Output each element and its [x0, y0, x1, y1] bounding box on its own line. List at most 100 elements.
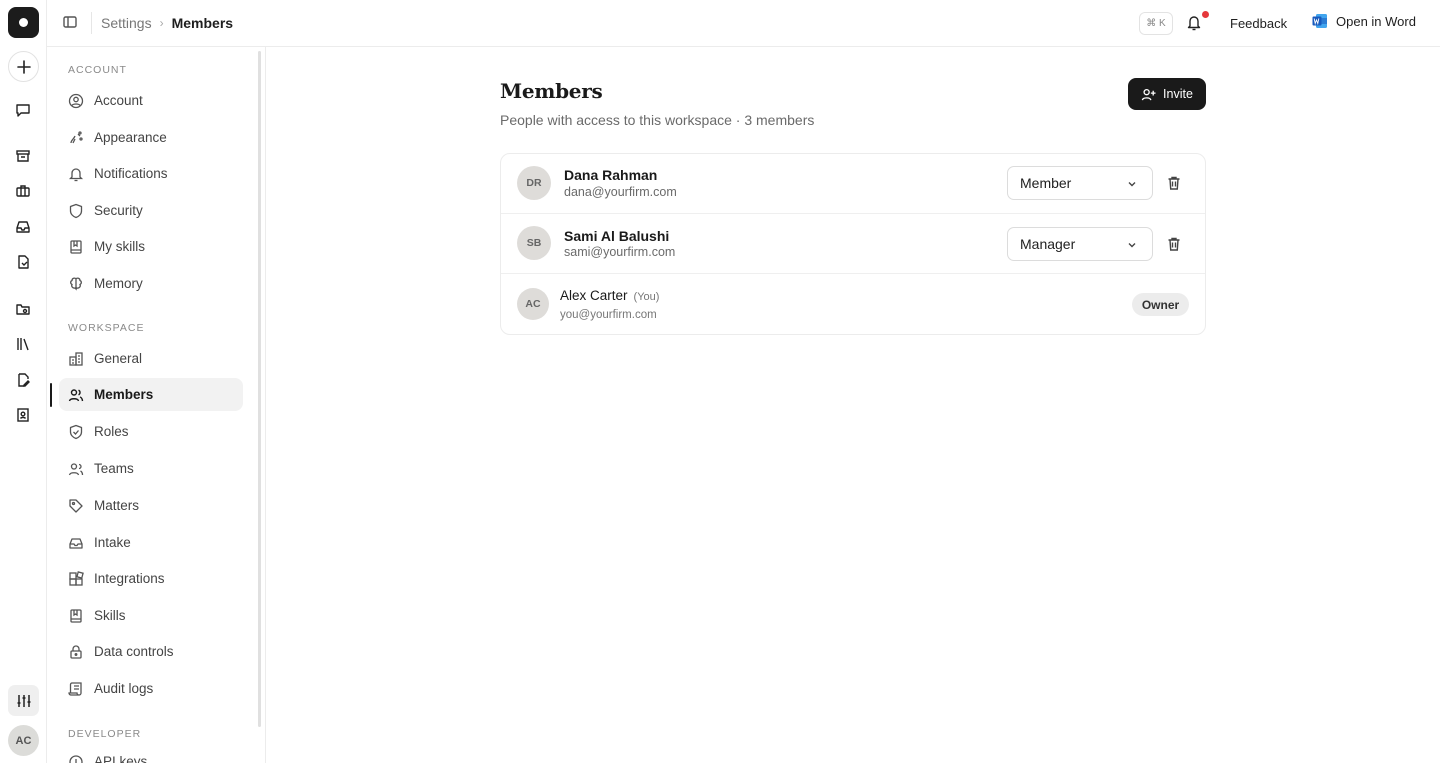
users-icon [68, 388, 84, 401]
invite-label: Invite [1163, 87, 1193, 101]
members-list: DR Dana Rahman dana@yourfirm.com Member … [500, 153, 1206, 335]
tag-icon [69, 498, 83, 513]
settings-button[interactable] [8, 685, 39, 716]
palette-icon [70, 130, 83, 143]
blocks-icon [69, 570, 84, 586]
feedback-button[interactable]: Feedback [1230, 16, 1287, 31]
role-select[interactable]: Member [1007, 166, 1153, 200]
sliders-icon [17, 694, 30, 707]
owner-badge: Owner [1132, 293, 1189, 316]
brain-icon [70, 277, 82, 291]
member-name: Alex Carter (You) [560, 288, 659, 303]
command-shortcut[interactable]: ⌘ K [1139, 12, 1173, 35]
sidebar-item-matters[interactable]: Matters [59, 489, 243, 522]
scroll-icon [68, 681, 82, 696]
folder-icon[interactable] [14, 300, 32, 318]
bell-icon [1187, 16, 1201, 31]
developer-section-header: DEVELOPER [68, 728, 142, 740]
sidebar-item-general[interactable]: General [59, 342, 243, 375]
lock-icon [70, 644, 82, 659]
archive-icon[interactable] [14, 147, 32, 165]
breadcrumb: Settings › Members [101, 15, 233, 31]
member-avatar: SB [517, 226, 551, 260]
sidebar-item-audit-logs[interactable]: Audit logs [59, 672, 243, 705]
inbox-icon[interactable] [14, 218, 32, 236]
sidebar-item-integrations[interactable]: Integrations [59, 562, 243, 595]
plus-icon [16, 59, 31, 74]
workspace-section-header: WORKSPACE [68, 322, 145, 334]
topbar-divider [91, 12, 92, 34]
account-section-header: ACCOUNT [68, 64, 127, 76]
sidebar-item-api-keys[interactable]: API keys [59, 745, 243, 763]
member-name: Sami Al Balushi [564, 228, 670, 244]
breadcrumb-settings[interactable]: Settings [101, 15, 152, 31]
active-indicator [50, 383, 52, 407]
notifications-button[interactable] [1186, 11, 1209, 32]
member-row: AC Alex Carter (You) you@yourfirm.com Own… [501, 273, 1205, 334]
shield-check-icon [69, 424, 83, 439]
bell-icon [68, 167, 84, 181]
user-plus-icon [1141, 88, 1156, 100]
team-icon [68, 462, 84, 475]
sidebar-item-intake[interactable]: Intake [59, 526, 243, 559]
sidebar-item-account[interactable]: Account [59, 84, 243, 117]
sidebar-toggle-icon[interactable] [62, 14, 80, 32]
main-content: Members People with access to this works… [267, 47, 1440, 763]
member-avatar: DR [517, 166, 551, 200]
bookmark-icon [70, 608, 82, 623]
icon-rail: AC [0, 0, 47, 763]
edit-doc-icon[interactable] [14, 371, 32, 389]
user-circle-icon [68, 93, 84, 108]
top-bar: Settings › Members ⌘ K Feedback Open in … [47, 0, 1440, 47]
invite-button[interactable]: Invite [1128, 78, 1206, 110]
id-badge-icon[interactable] [14, 406, 32, 424]
member-email: sami@yourfirm.com [564, 245, 676, 259]
briefcase-icon[interactable] [14, 182, 32, 200]
delete-member-icon[interactable] [1166, 175, 1182, 191]
sidebar-item-skills[interactable]: Skills [59, 599, 243, 632]
you-tag: (You) [633, 291, 660, 303]
chat-icon[interactable] [14, 101, 32, 119]
library-icon[interactable] [14, 335, 32, 353]
sidebar-item-notifications[interactable]: Notifications [59, 157, 243, 190]
member-name: Dana Rahman [564, 167, 658, 183]
member-name-text: Alex Carter [560, 288, 628, 303]
sidebar-item-appearance[interactable]: Appearance [59, 121, 243, 154]
notification-dot [1202, 11, 1209, 18]
user-avatar[interactable]: AC [8, 725, 39, 756]
chevron-down-icon [1128, 182, 1136, 187]
member-avatar: AC [517, 288, 549, 320]
role-select-value: Manager [1020, 236, 1076, 252]
breadcrumb-current: Members [171, 15, 234, 31]
member-row: SB Sami Al Balushi sami@yourfirm.com Man… [501, 213, 1205, 273]
sidebar-item-memory[interactable]: Memory [59, 267, 243, 300]
chevron-down-icon [1128, 243, 1136, 248]
inbox-icon [69, 537, 83, 549]
key-icon [69, 754, 83, 763]
shield-icon [69, 203, 83, 218]
member-row: DR Dana Rahman dana@yourfirm.com Member [501, 154, 1205, 214]
page-subtitle: People with access to this workspace · 3… [500, 112, 815, 128]
bookmark-icon [70, 239, 82, 254]
sidebar-scrollbar[interactable] [258, 51, 261, 727]
open-in-word-label: Open in Word [1336, 13, 1416, 29]
page-title: Members [500, 79, 603, 103]
member-email: you@yourfirm.com [560, 309, 657, 321]
sidebar-item-teams[interactable]: Teams [59, 452, 243, 485]
member-email: dana@yourfirm.com [564, 185, 677, 199]
sidebar-item-data-controls[interactable]: Data controls [59, 635, 243, 668]
breadcrumb-separator: › [159, 16, 164, 30]
document-icon[interactable] [14, 253, 32, 271]
delete-member-icon[interactable] [1166, 236, 1182, 252]
sidebar-item-my-skills[interactable]: My skills [59, 230, 243, 263]
sidebar-item-security[interactable]: Security [59, 194, 243, 227]
new-item-button[interactable] [8, 51, 39, 82]
app-logo[interactable] [8, 7, 39, 38]
role-select[interactable]: Manager [1007, 227, 1153, 261]
open-in-word-button[interactable]: Open in Word [1312, 13, 1416, 29]
role-select-value: Member [1020, 175, 1072, 191]
building-icon [69, 351, 83, 366]
word-icon [1312, 13, 1328, 29]
sidebar-item-roles[interactable]: Roles [59, 415, 243, 448]
sidebar-item-members[interactable]: Members [59, 378, 243, 411]
